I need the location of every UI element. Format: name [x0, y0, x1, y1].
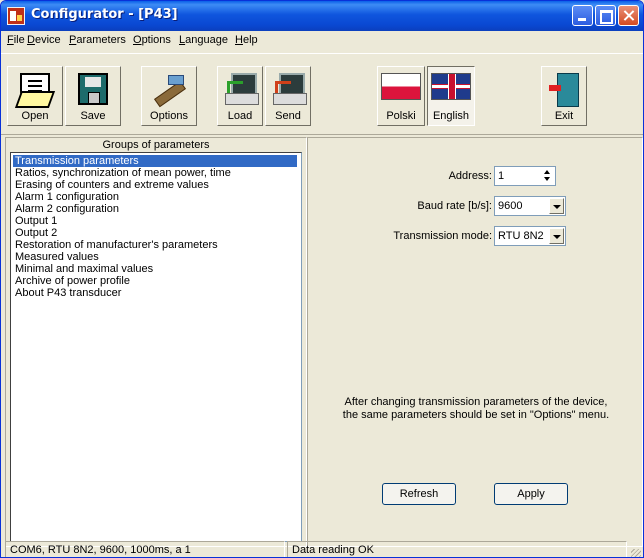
address-label: Address: [448, 170, 492, 182]
chevron-down-icon[interactable] [549, 228, 564, 244]
status-bar: COM6, RTU 8N2, 9600, 1000ms, a 1 Data re… [1, 541, 643, 557]
baud-rate-label: Baud rate [b/s]: [417, 200, 492, 212]
connection-status: COM6, RTU 8N2, 9600, 1000ms, a 1 [5, 541, 285, 557]
list-item-transmission-parameters[interactable]: Transmission parameters [13, 155, 297, 167]
menu-file[interactable]: File [7, 34, 25, 46]
list-item-ratios[interactable]: Ratios, synchronization of mean power, t… [13, 167, 233, 179]
baud-rate-select[interactable]: 9600 [494, 196, 566, 216]
groups-panel: Groups of parameters Transmission parame… [5, 137, 307, 547]
open-label: Open [21, 110, 49, 122]
address-spinbox[interactable]: 1 [494, 166, 556, 186]
upload-computer-icon [273, 73, 307, 105]
refresh-button[interactable]: Refresh [382, 483, 456, 505]
list-item-measured-values[interactable]: Measured values [13, 251, 101, 263]
folder-open-icon [20, 73, 50, 105]
list-item-restoration[interactable]: Restoration of manufacturer's parameters [13, 239, 220, 251]
list-item-archive[interactable]: Archive of power profile [13, 275, 132, 287]
list-item-about[interactable]: About P43 transducer [13, 287, 123, 299]
polski-button[interactable]: Polski [377, 66, 425, 126]
send-button[interactable]: Send [265, 66, 311, 126]
cable-plug-icon [154, 73, 184, 105]
menu-parameters[interactable]: Parameters [69, 34, 126, 46]
polski-label: Polski [386, 110, 416, 122]
save-button[interactable]: Save [65, 66, 121, 126]
transmission-mode-label: Transmission mode: [393, 230, 492, 242]
parameters-panel: Address: 1 Baud rate [b/s]: 9600 Transmi… [307, 137, 643, 547]
note-line-2: the same parameters should be set in "Op… [342, 409, 610, 421]
options-button[interactable]: Options [141, 66, 197, 126]
open-button[interactable]: Open [7, 66, 63, 126]
transmission-mode-value: RTU 8N2 [498, 230, 544, 242]
menu-help[interactable]: Help [235, 34, 258, 46]
address-value: 1 [498, 170, 505, 182]
app-icon[interactable] [7, 7, 25, 25]
close-button[interactable] [618, 5, 639, 26]
menu-device[interactable]: Device [27, 34, 61, 46]
menu-language[interactable]: Language [179, 34, 228, 46]
list-item-min-max-values[interactable]: Minimal and maximal values [13, 263, 155, 275]
list-item-alarm-1[interactable]: Alarm 1 configuration [13, 191, 121, 203]
title-bar[interactable]: Configurator - [P43] [1, 1, 643, 31]
list-item-erasing[interactable]: Erasing of counters and extreme values [13, 179, 211, 191]
baud-rate-value: 9600 [498, 200, 523, 212]
resize-grip-icon[interactable] [631, 549, 641, 557]
window-title: Configurator - [P43] [31, 7, 178, 22]
chevron-down-icon[interactable] [549, 198, 564, 214]
configurator-window: Configurator - [P43] File Device Paramet… [0, 0, 644, 558]
exit-door-icon [549, 73, 579, 107]
groups-title: Groups of parameters [102, 139, 210, 151]
polish-flag-icon [381, 73, 421, 100]
minimize-button[interactable] [572, 5, 593, 26]
transmission-note: After changing transmission parameters o… [318, 396, 634, 422]
menu-options[interactable]: Options [133, 34, 171, 46]
apply-button[interactable]: Apply [494, 483, 568, 505]
options-label: Options [150, 110, 188, 122]
spin-arrows-icon[interactable] [541, 168, 554, 184]
list-item-alarm-2[interactable]: Alarm 2 configuration [13, 203, 121, 215]
exit-button[interactable]: Exit [541, 66, 587, 126]
english-button[interactable]: English [427, 66, 475, 126]
list-item-output-1[interactable]: Output 1 [13, 215, 59, 227]
note-line-1: After changing transmission parameters o… [344, 396, 608, 408]
english-label: English [432, 110, 470, 122]
message-status: Data reading OK [287, 541, 627, 557]
load-button[interactable]: Load [217, 66, 263, 126]
list-item-output-2[interactable]: Output 2 [13, 227, 59, 239]
maximize-button[interactable] [595, 5, 616, 26]
uk-flag-icon [431, 73, 471, 100]
toolbar: Open Save Options Load Send Polski Engli… [1, 53, 643, 135]
groups-list[interactable]: Transmission parameters Ratios, synchron… [10, 152, 302, 542]
load-label: Load [227, 110, 253, 122]
save-label: Save [80, 110, 106, 122]
transmission-mode-select[interactable]: RTU 8N2 [494, 226, 566, 246]
exit-label: Exit [554, 110, 574, 122]
send-label: Send [275, 110, 301, 122]
menu-bar: File Device Parameters Options Language … [1, 31, 643, 51]
floppy-disk-icon [78, 73, 108, 105]
download-computer-icon [225, 73, 259, 105]
